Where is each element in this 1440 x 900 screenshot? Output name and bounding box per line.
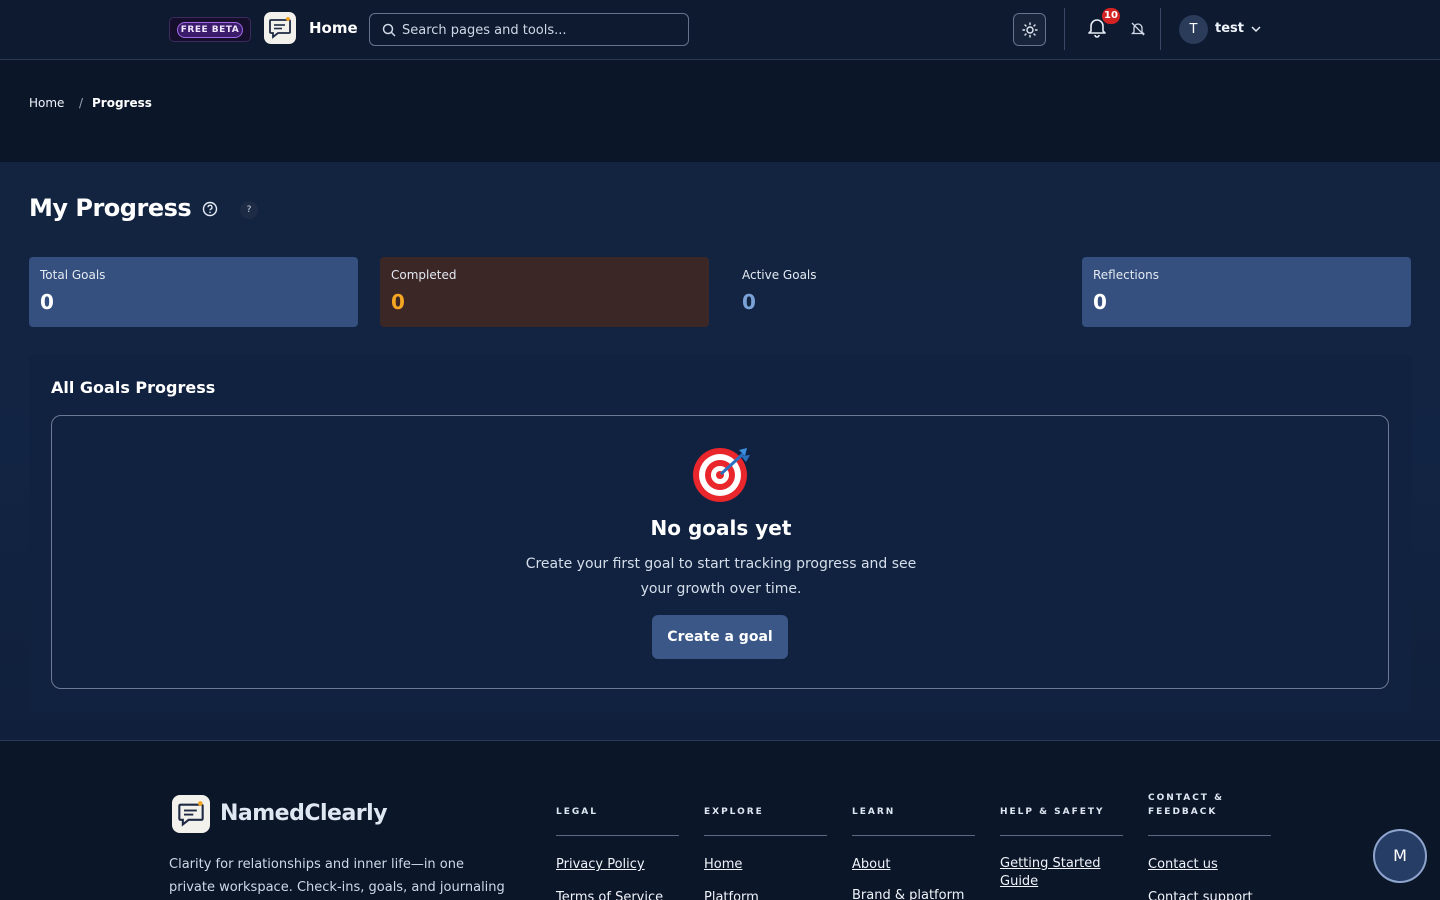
target-icon xyxy=(693,448,750,502)
chevron-down-icon[interactable] xyxy=(1250,24,1262,34)
footer-column-heading: HELP & SAFETY xyxy=(1000,807,1105,817)
search-icon xyxy=(382,23,396,37)
stat-label: Completed xyxy=(391,268,457,282)
sun-icon xyxy=(1022,22,1038,38)
bell-off-icon[interactable] xyxy=(1130,21,1146,37)
footer-column-rule xyxy=(852,835,975,836)
footer-tagline: Clarity for relationships and inner life… xyxy=(169,857,505,895)
breadcrumb-home[interactable]: Home xyxy=(29,96,64,110)
search-input[interactable] xyxy=(402,21,672,39)
page-title: My Progress xyxy=(29,194,192,222)
user-name[interactable]: test xyxy=(1215,21,1244,36)
help-badge[interactable]: ? xyxy=(240,201,258,219)
stat-value: 0 xyxy=(391,290,405,314)
home-link[interactable]: Home xyxy=(309,19,358,37)
footer-column-rule xyxy=(704,835,827,836)
stat-card-completed: Completed 0 xyxy=(380,257,709,327)
footer-column-contact: CONTACT & FEEDBACK xyxy=(1148,741,1271,836)
footer-column-heading: LEARN xyxy=(852,807,896,817)
goals-progress-panel: All Goals Progress No goals yet Create y… xyxy=(29,355,1412,711)
footer-link-contact-support[interactable]: Contact support xyxy=(1148,889,1253,900)
footer-column-learn: LEARN xyxy=(852,741,975,836)
breadcrumb-current: Progress xyxy=(92,96,152,110)
help-circle-icon[interactable] xyxy=(202,201,218,217)
stat-label: Active Goals xyxy=(742,268,817,282)
empty-state-title: No goals yet xyxy=(650,516,792,540)
app-logo-icon[interactable] xyxy=(264,12,296,44)
user-avatar[interactable]: T xyxy=(1179,15,1208,44)
footer-column-legal: LEGAL xyxy=(556,741,679,836)
footer-link-brand-platform[interactable]: Brand & platform xyxy=(852,887,964,900)
stat-value: 0 xyxy=(1093,290,1107,314)
footer-column-help: HELP & SAFETY xyxy=(1000,741,1123,836)
breadcrumb-separator: / xyxy=(79,96,84,110)
stat-card-active-goals: Active Goals 0 xyxy=(731,257,1060,327)
footer-link-contact-us[interactable]: Contact us xyxy=(1148,856,1218,874)
search-box[interactable] xyxy=(369,13,689,46)
theme-toggle-button[interactable] xyxy=(1013,13,1046,46)
footer-column-rule xyxy=(1148,835,1271,836)
footer-column-heading: LEGAL xyxy=(556,807,598,817)
breadcrumb-band xyxy=(0,60,1440,162)
footer-column-explore: EXPLORE xyxy=(704,741,827,836)
create-goal-button[interactable]: Create a goal xyxy=(652,615,788,659)
stat-value: 0 xyxy=(40,290,54,314)
footer-column-heading: EXPLORE xyxy=(704,807,764,817)
notification-count-badge: 10 xyxy=(1102,8,1120,24)
empty-state-description: Create your first goal to start tracking… xyxy=(525,556,917,597)
panel-title: All Goals Progress xyxy=(51,378,216,397)
beta-badge: FREE BETA xyxy=(169,17,251,42)
header-divider xyxy=(1160,8,1161,50)
footer: NamedClearly Clarity for relationships a… xyxy=(0,740,1440,900)
footer-link-privacy-policy[interactable]: Privacy Policy xyxy=(556,856,645,874)
stat-label: Total Goals xyxy=(40,268,106,282)
footer-brand: NamedClearly xyxy=(220,801,388,826)
footer-link-terms[interactable]: Terms of Service xyxy=(556,889,663,900)
footer-column-rule xyxy=(556,835,679,836)
beta-label: FREE BETA xyxy=(177,22,243,38)
footer-column-heading: CONTACT & FEEDBACK xyxy=(1148,793,1224,817)
stat-label: Reflections xyxy=(1093,268,1159,282)
footer-link-getting-started[interactable]: Getting Started Guide xyxy=(1000,855,1110,891)
footer-link-home[interactable]: Home xyxy=(704,856,742,874)
stat-card-total-goals: Total Goals 0 xyxy=(29,257,358,327)
footer-link-platform[interactable]: Platform xyxy=(704,889,759,900)
stat-value: 0 xyxy=(742,290,756,314)
assistant-chat-button[interactable]: M xyxy=(1373,829,1427,883)
top-header: FREE BETA Home 10 xyxy=(0,0,1440,60)
empty-state: No goals yet Create your first goal to s… xyxy=(51,415,1389,689)
footer-column-rule xyxy=(1000,835,1123,836)
footer-logo-icon[interactable] xyxy=(172,795,210,833)
header-divider xyxy=(1064,8,1065,50)
stat-card-reflections: Reflections 0 xyxy=(1082,257,1411,327)
footer-link-about[interactable]: About xyxy=(852,856,890,874)
